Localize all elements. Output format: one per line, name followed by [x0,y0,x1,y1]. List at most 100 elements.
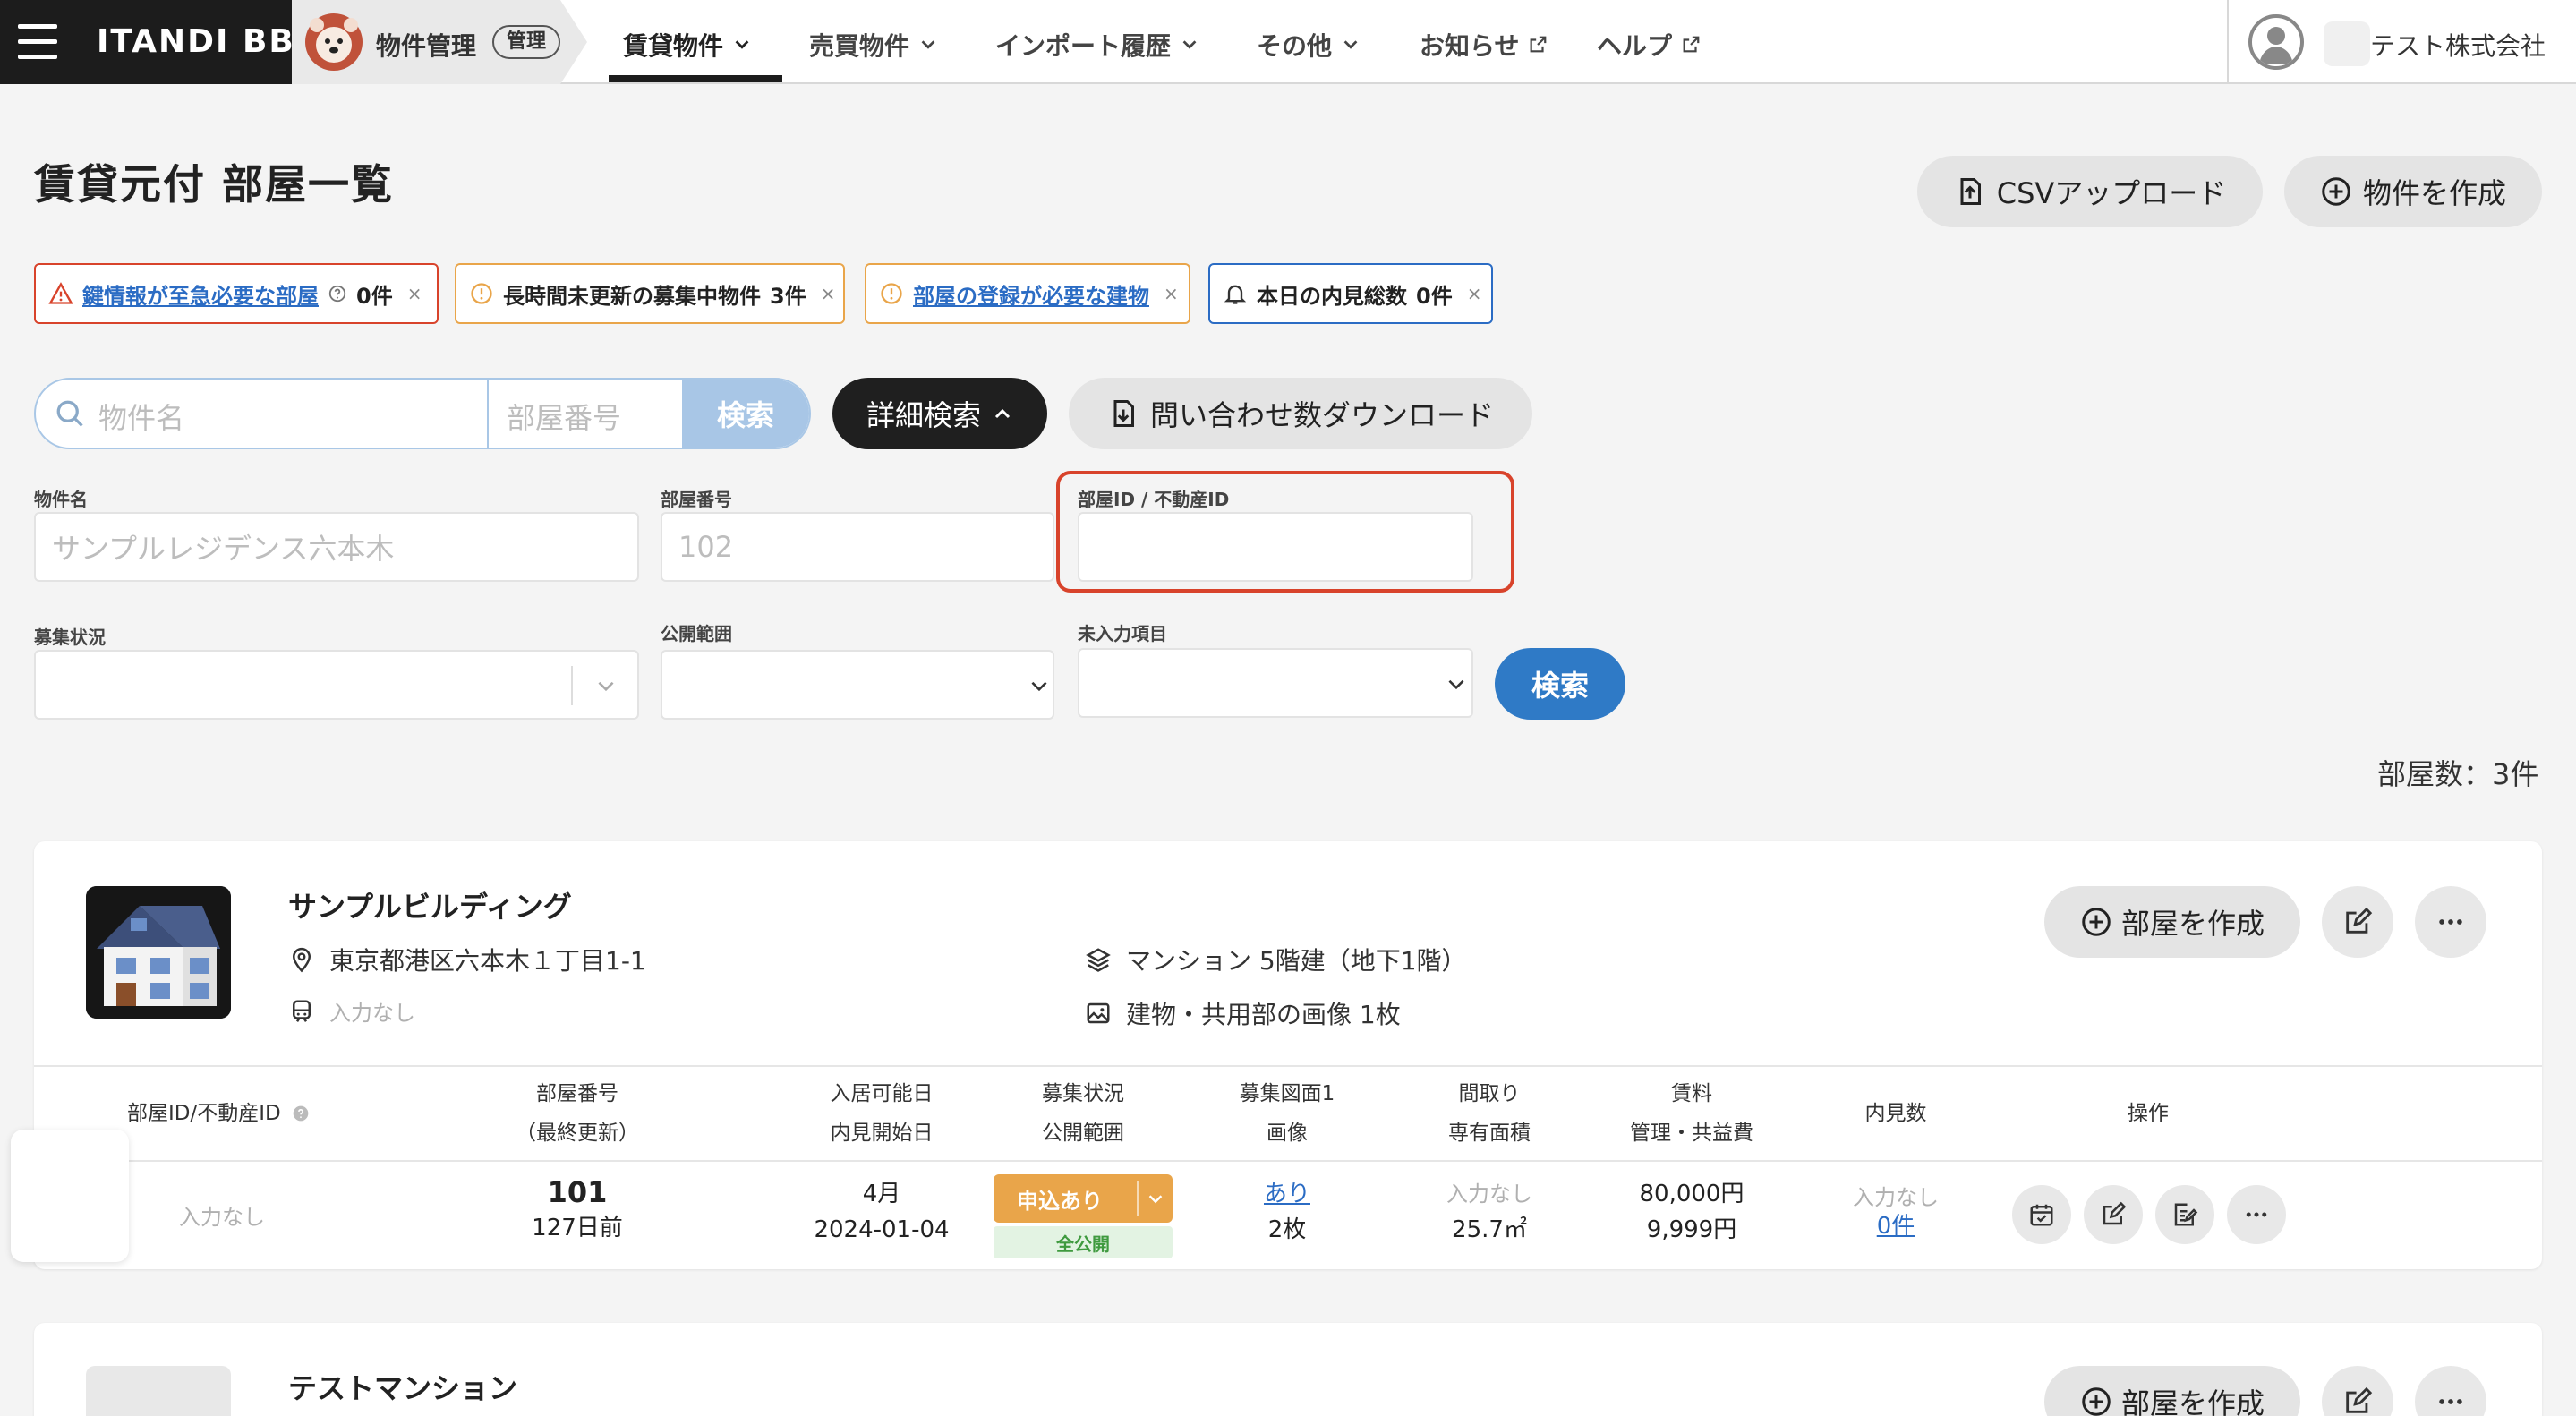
csv-upload-button[interactable]: CSVアップロード [1917,156,2263,227]
close-icon[interactable]: × [407,283,422,304]
status-divider [1137,1181,1139,1216]
user-name[interactable]: テスト株式会社 [2370,27,2546,63]
building-name[interactable]: サンプルビルディング [288,884,572,926]
th-label: 募集状況 [1042,1082,1124,1105]
search-icon [56,400,83,427]
nav-label: お知らせ [1420,31,1520,61]
alert-building-registration[interactable]: 部屋の登録が必要な建物 × [865,263,1190,324]
row-move-in: 4月 2024-01-04 [792,1176,971,1248]
th-plan: 募集図面1 画像 [1198,1074,1377,1153]
info-icon [471,283,492,304]
chevron-down-icon [735,40,749,49]
th-sublabel: 管理・共益費 [1630,1122,1753,1145]
viewings-count-link[interactable]: 0件 [1806,1212,1985,1241]
floating-widget[interactable] [11,1130,129,1262]
scope-select[interactable] [661,650,1054,720]
nav-sales[interactable]: 売買物件 [809,27,938,63]
app-name: 物件管理 [376,31,477,61]
user-separator [2227,0,2229,84]
nav-import-history[interactable]: インポート履歴 [995,27,1199,63]
images-text: 建物・共用部の画像 1枚 [1126,1000,1401,1029]
alert-stale-listings[interactable]: 長時間未更新の募集中物件 3件 × [455,263,845,324]
alert-today-viewings[interactable]: 本日の内見総数 0件 × [1208,263,1493,324]
structure-text: マンション 5階建（地下1階） [1126,946,1467,976]
nav-news[interactable]: お知らせ [1420,27,1548,63]
search-divider [487,380,489,448]
create-room-label: 部屋を作成 [2120,907,2265,941]
row-room-no: 101 127日前 [488,1174,667,1246]
create-room-button[interactable]: 部屋を作成 [2044,886,2300,958]
row-viewings: 入力なし 0件 [1806,1183,1985,1241]
th-label: 間取り [1458,1082,1521,1105]
close-icon[interactable]: × [1467,283,1482,304]
plan-link[interactable]: あり [1198,1176,1377,1212]
building-name[interactable]: テストマンション [288,1366,517,1407]
row-more-button[interactable] [2227,1185,2286,1244]
building-more-button[interactable] [2415,886,2486,958]
calendar-button[interactable] [2012,1185,2071,1244]
chevron-down-icon [1182,40,1197,49]
status-select[interactable] [34,650,639,720]
alert-link[interactable]: 部屋の登録が必要な建物 [913,278,1149,310]
nav-other[interactable]: その他 [1257,27,1361,63]
th-viewings: 内見数 [1864,1102,1927,1125]
create-property-label: 物件を作成 [2362,176,2506,210]
property-name-placeholder: サンプルレジデンス六本木 [52,532,395,566]
room-number-search-input[interactable]: 部屋番号 [507,396,621,437]
help-icon[interactable] [328,284,347,303]
row-plan: あり 2枚 [1198,1176,1377,1248]
chevron-up-icon [994,408,1011,419]
train-icon [293,1000,311,1022]
chevron-down-icon [1448,679,1464,690]
close-icon[interactable]: × [1164,283,1179,304]
detail-search-submit-button[interactable]: 検索 [1495,648,1625,720]
property-name-field[interactable]: サンプルレジデンス六本木 [34,512,639,582]
create-property-button[interactable]: 物件を作成 [2284,156,2542,227]
edit-building-button[interactable] [2322,886,2393,958]
chevron-down-icon [1031,681,1047,692]
building-thumbnail[interactable] [86,886,231,1019]
inquiry-download-button[interactable]: 問い合わせ数ダウンロード [1069,378,1532,449]
nav-label: インポート履歴 [995,31,1172,61]
alert-key-info[interactable]: 鍵情報が至急必要な部屋 0件 × [34,263,439,324]
property-name-search-input[interactable]: 物件名 [98,396,184,437]
edit-icon [2103,1201,2127,1225]
building-images: 建物・共用部の画像 1枚 [1085,995,1401,1031]
th-move-in: 入居可能日 内見開始日 [792,1074,971,1153]
user-avatar-icon[interactable] [2248,14,2304,70]
more-horizontal-icon [2439,919,2462,925]
room-number-field[interactable]: 102 [661,512,1054,582]
plus-circle-icon [2322,177,2350,206]
layout-value: 入力なし [1446,1181,1532,1207]
building-thumbnail-placeholder[interactable] [86,1366,231,1416]
missing-items-select[interactable] [1078,648,1473,718]
close-icon[interactable]: × [821,283,836,304]
room-id-field[interactable] [1078,512,1473,582]
edit-room-button[interactable] [2084,1185,2143,1244]
nav-help[interactable]: ヘルプ [1597,27,1701,63]
status-dropdown[interactable]: 申込あり [994,1174,1173,1223]
download-icon [1113,400,1134,427]
more-horizontal-icon [2439,1399,2462,1404]
th-room-id: 部屋ID/不動産ID [127,1094,310,1133]
help-icon[interactable] [292,1105,310,1122]
user-redacted [2324,21,2370,66]
alert-link[interactable]: 鍵情報が至急必要な部屋 [82,278,319,310]
detail-search-label: 詳細検索 [866,398,981,432]
rent-value: 80,000円 [1639,1181,1744,1207]
edit-note-button[interactable] [2155,1185,2214,1244]
detail-search-button[interactable]: 詳細検索 [832,378,1047,449]
th-sublabel: 専有面積 [1448,1122,1531,1145]
row-layout: 入力なし 25.7㎡ [1400,1176,1579,1248]
create-room-button[interactable]: 部屋を作成 [2044,1366,2300,1416]
upload-icon [1960,178,1981,205]
viewing-start-date: 2024-01-04 [814,1216,950,1243]
missing-items-label: 未入力項目 [1078,623,1167,644]
quick-search-button[interactable]: 検索 [682,380,809,448]
nav-rental[interactable]: 賃貸物件 [623,27,752,63]
brand-logo[interactable]: ITANDI BB [97,23,295,60]
room-number[interactable]: 101 [488,1174,667,1210]
alert-count: 3件 [770,283,806,309]
nav-active-indicator [609,75,782,82]
hamburger-menu-icon[interactable] [18,24,57,60]
